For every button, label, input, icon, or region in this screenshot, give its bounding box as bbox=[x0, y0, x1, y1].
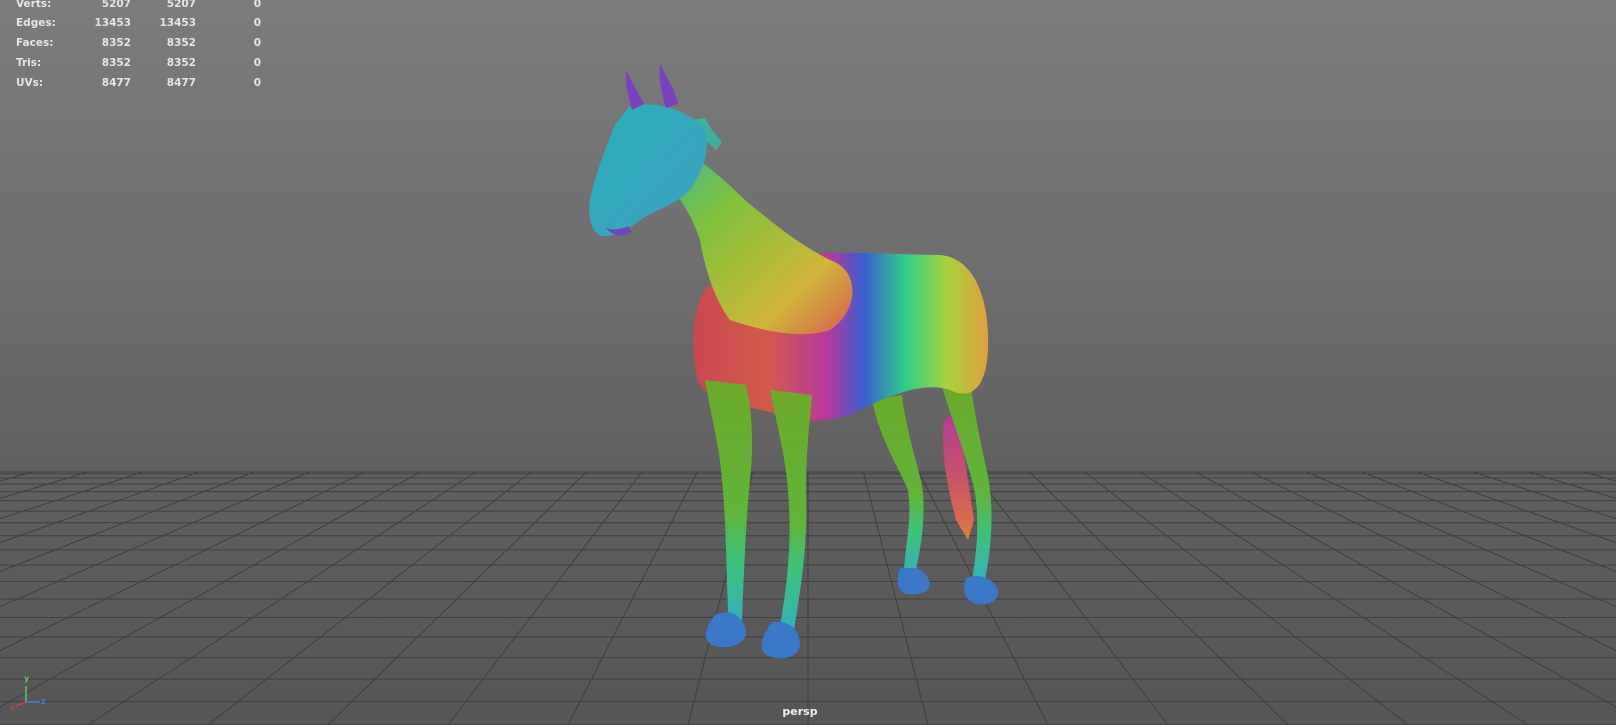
hud-label: Verts: bbox=[16, 0, 52, 10]
hud-value: 13453 bbox=[94, 17, 131, 29]
axis-x-label: x bbox=[10, 703, 16, 712]
hud-row-uvs: UVs: 8477 8477 0 bbox=[0, 76, 280, 92]
hud-value: 0 bbox=[253, 57, 261, 69]
hud-value: 8352 bbox=[101, 37, 131, 49]
hud-value: 0 bbox=[253, 77, 261, 89]
3d-viewport[interactable]: Verts: 5207 5207 0 Edges: 13453 13453 0 … bbox=[0, 0, 1616, 725]
horse-back-right-hoof bbox=[964, 576, 999, 605]
hud-row-faces: Faces: 8352 8352 0 bbox=[0, 36, 280, 52]
axis-y-label: y bbox=[24, 674, 30, 683]
ground-grid bbox=[0, 471, 1616, 725]
hud-label: Edges: bbox=[16, 17, 56, 29]
hud-value: 0 bbox=[253, 0, 261, 10]
hud-label: Tris: bbox=[16, 57, 42, 69]
horse-back-left-hoof bbox=[897, 568, 930, 595]
horse-front-right-leg bbox=[770, 390, 812, 630]
hud-value: 5207 bbox=[166, 0, 196, 10]
axis-z-label: z bbox=[41, 697, 46, 706]
horse-ear-right bbox=[659, 64, 678, 108]
horse-ear-left bbox=[625, 70, 644, 110]
hud-label: Faces: bbox=[16, 37, 54, 49]
horse-model[interactable] bbox=[589, 64, 999, 659]
hud-value: 8477 bbox=[166, 77, 196, 89]
hud-row-edges: Edges: 13453 13453 0 bbox=[0, 16, 280, 32]
hud-value: 8352 bbox=[166, 57, 196, 69]
horse-head bbox=[589, 104, 708, 237]
hud-label: UVs: bbox=[16, 77, 44, 89]
hud-value: 8352 bbox=[101, 57, 131, 69]
hud-value: 0 bbox=[253, 37, 261, 49]
axis-gizmo: y x z bbox=[8, 674, 48, 714]
camera-name-label: persp bbox=[782, 705, 818, 718]
hud-value: 5207 bbox=[101, 0, 131, 10]
poly-count-hud: Verts: 5207 5207 0 Edges: 13453 13453 0 … bbox=[0, 0, 280, 100]
hud-value: 8352 bbox=[166, 37, 196, 49]
hud-row-tris: Tris: 8352 8352 0 bbox=[0, 56, 280, 72]
hud-row-verts: Verts: 5207 5207 0 bbox=[0, 0, 280, 13]
viewport-scene[interactable] bbox=[0, 0, 1616, 725]
hud-value: 0 bbox=[253, 17, 261, 29]
hud-value: 13453 bbox=[159, 17, 196, 29]
horse-back-left-leg bbox=[872, 395, 924, 578]
hud-value: 8477 bbox=[101, 77, 131, 89]
